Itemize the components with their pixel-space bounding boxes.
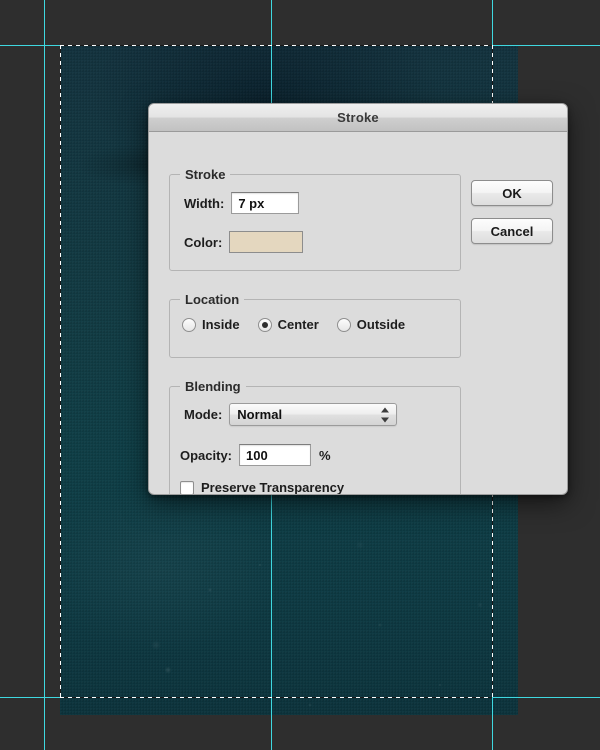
location-group-legend: Location: [180, 292, 245, 307]
width-label: Width:: [184, 195, 225, 211]
stroke-group: Stroke Width: Color:: [169, 167, 461, 271]
radio-outside-dot: [336, 317, 351, 332]
mode-select[interactable]: Normal: [229, 403, 398, 426]
radio-inside-dot: [182, 317, 196, 332]
stroke-group-legend: Stroke: [180, 167, 231, 182]
opacity-row: Opacity: %: [180, 444, 331, 466]
preserve-transparency-row[interactable]: Preserve Transparency: [180, 480, 345, 495]
ok-button[interactable]: OK: [471, 180, 553, 206]
radio-center-label: Center: [277, 317, 319, 332]
opacity-percent-label: %: [319, 447, 331, 463]
radio-center-dot: [257, 317, 272, 332]
opacity-input[interactable]: [239, 444, 312, 466]
mode-row: Mode: Normal: [184, 403, 398, 426]
width-input[interactable]: [231, 192, 300, 214]
radio-outside-label: Outside: [356, 317, 406, 332]
radio-inside-label: Inside: [202, 317, 240, 332]
preserve-transparency-label: Preserve Transparency: [201, 480, 345, 495]
width-row: Width:: [184, 192, 300, 214]
blending-group-legend: Blending: [180, 379, 246, 394]
color-row: Color:: [184, 231, 304, 253]
mode-label: Mode:: [184, 407, 223, 422]
location-group: Location Inside Center Outside: [169, 292, 461, 358]
mode-select-value: Normal: [237, 407, 283, 422]
photoshop-window: Stroke Stroke Width: Color: Location: [0, 0, 600, 750]
stepper-arrows-icon[interactable]: [380, 407, 389, 422]
preserve-transparency-checkbox[interactable]: [180, 480, 194, 494]
blending-group: Blending Mode: Normal Opacity: %: [169, 379, 461, 495]
radio-outside[interactable]: Outside: [336, 317, 406, 332]
chevron-down-icon: [380, 417, 389, 422]
radio-center[interactable]: Center: [257, 317, 319, 332]
dialog-body: Stroke Width: Color: Location Inside: [149, 132, 567, 495]
dialog-titlebar[interactable]: Stroke: [149, 104, 567, 132]
radio-inside[interactable]: Inside: [182, 317, 240, 332]
location-options: Inside Center Outside: [182, 317, 423, 332]
color-label: Color:: [184, 234, 223, 250]
cancel-button[interactable]: Cancel: [471, 218, 553, 244]
color-swatch[interactable]: [229, 231, 304, 253]
opacity-label: Opacity:: [180, 447, 233, 463]
dialog-title: Stroke: [337, 110, 379, 125]
guide-vertical-left[interactable]: [44, 0, 45, 750]
chevron-up-icon: [380, 407, 389, 412]
stroke-dialog: Stroke Stroke Width: Color: Location: [148, 103, 568, 495]
